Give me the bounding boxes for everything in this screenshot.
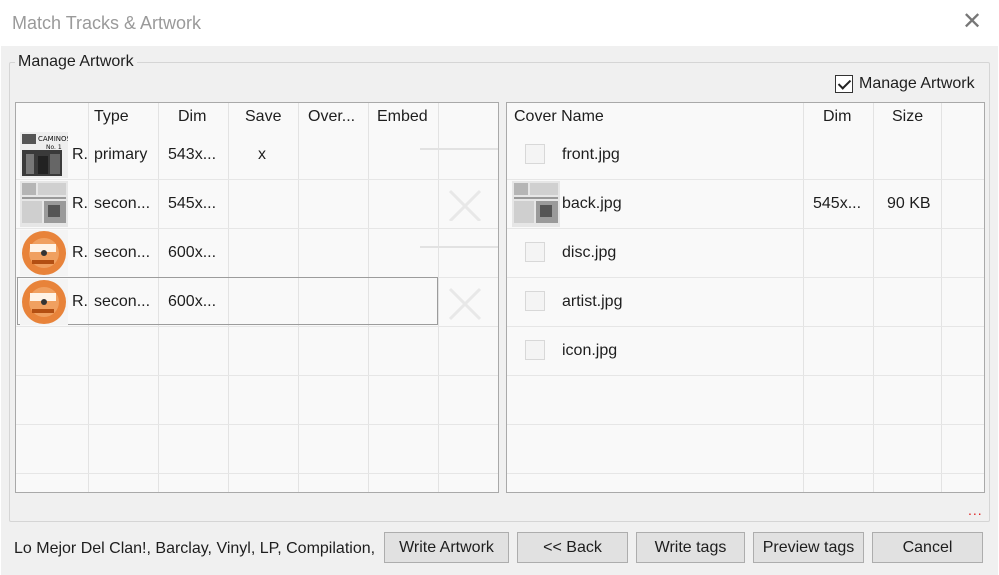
row-divider <box>507 228 984 229</box>
col-header-cover-name[interactable]: Cover Name <box>514 103 604 131</box>
empty-image-placeholder-icon <box>525 242 545 262</box>
cell-dim: 600x... <box>168 244 217 261</box>
cover-name: disc.jpg <box>562 244 617 261</box>
album-back-thumbnail[interactable] <box>512 181 560 227</box>
cell-type: secon... <box>94 293 151 310</box>
svg-text:CAMINOS: CAMINOS <box>38 135 68 143</box>
cover-dim: 545x... <box>813 195 862 212</box>
column-divider <box>941 103 942 492</box>
row-divider <box>507 375 984 376</box>
col-header-save[interactable]: Save <box>245 103 281 131</box>
column-divider <box>803 103 804 492</box>
album-cover-thumbnail[interactable]: CAMINOS No. 1 <box>20 132 68 178</box>
cell-dim: 543x... <box>168 146 217 163</box>
cell-dim: 600x... <box>168 293 217 310</box>
empty-image-placeholder-icon <box>525 144 545 164</box>
write-artwork-button[interactable]: Write Artwork <box>384 532 509 563</box>
row-prefix: R. <box>72 195 88 212</box>
col-header-type[interactable]: Type <box>94 103 129 131</box>
disc-thumbnail[interactable] <box>20 230 68 276</box>
album-back-thumbnail[interactable] <box>20 181 68 227</box>
close-icon[interactable]: ✕ <box>958 8 986 36</box>
row-prefix: R. <box>72 293 88 310</box>
row-divider <box>16 375 498 376</box>
checkbox-label: Manage Artwork <box>859 75 975 92</box>
manage-artwork-checkbox[interactable]: Manage Artwork <box>835 74 975 94</box>
back-button[interactable]: << Back <box>517 532 628 563</box>
row-prefix: R. <box>72 244 88 261</box>
empty-image-placeholder-icon <box>525 340 545 360</box>
col-header-dim[interactable]: Dim <box>823 103 851 131</box>
drag-arrow-icon <box>420 148 498 221</box>
col-header-embed[interactable]: Embed <box>377 103 428 131</box>
checkbox-checked-icon[interactable] <box>835 75 853 93</box>
cell-type: primary <box>94 146 148 163</box>
row-divider <box>507 473 984 474</box>
row-divider <box>16 228 498 229</box>
group-label: Manage Artwork <box>15 53 137 71</box>
row-divider <box>507 179 984 180</box>
release-summary: Lo Mejor Del Clan!, Barclay, Vinyl, LP, … <box>14 540 376 557</box>
cell-save[interactable]: x <box>258 145 266 165</box>
row-divider <box>507 277 984 278</box>
artwork-list-table[interactable]: Type Dim Save Over... Embed CAMINOS No. … <box>15 102 499 493</box>
write-tags-button[interactable]: Write tags <box>636 532 745 563</box>
svg-text:No. 1: No. 1 <box>46 144 62 151</box>
cell-type: secon... <box>94 195 151 212</box>
button-bar: Lo Mejor Del Clan!, Barclay, Vinyl, LP, … <box>1 524 998 575</box>
cover-name: icon.jpg <box>562 342 618 359</box>
row-divider <box>16 473 498 474</box>
cancel-button[interactable]: Cancel <box>872 532 983 563</box>
window-title: Match Tracks & Artwork <box>12 13 202 33</box>
cover-name: back.jpg <box>562 195 622 212</box>
cell-dim: 545x... <box>168 195 217 212</box>
dialog-body: Manage Artwork Manage Artwork Type Dim S… <box>1 46 998 575</box>
empty-image-placeholder-icon <box>525 291 545 311</box>
row-divider <box>507 326 984 327</box>
row-divider <box>507 424 984 425</box>
cover-files-table[interactable]: Cover Name Dim Size front.jpg back.jpg 5… <box>506 102 985 493</box>
cell-type: secon... <box>94 244 151 261</box>
col-header-size[interactable]: Size <box>892 103 923 131</box>
preview-tags-button[interactable]: Preview tags <box>753 532 864 563</box>
column-divider <box>873 103 874 492</box>
cover-name: artist.jpg <box>562 293 623 310</box>
cover-size: 90 KB <box>887 195 931 212</box>
title-bar: Match Tracks & Artwork ✕ <box>0 0 999 46</box>
cover-name: front.jpg <box>562 146 620 163</box>
more-indicator: ... <box>968 502 983 518</box>
disc-thumbnail[interactable] <box>20 279 68 325</box>
row-divider <box>16 424 498 425</box>
row-prefix: R. <box>72 146 88 163</box>
col-header-dim[interactable]: Dim <box>178 103 206 131</box>
col-header-over[interactable]: Over... <box>308 103 355 131</box>
